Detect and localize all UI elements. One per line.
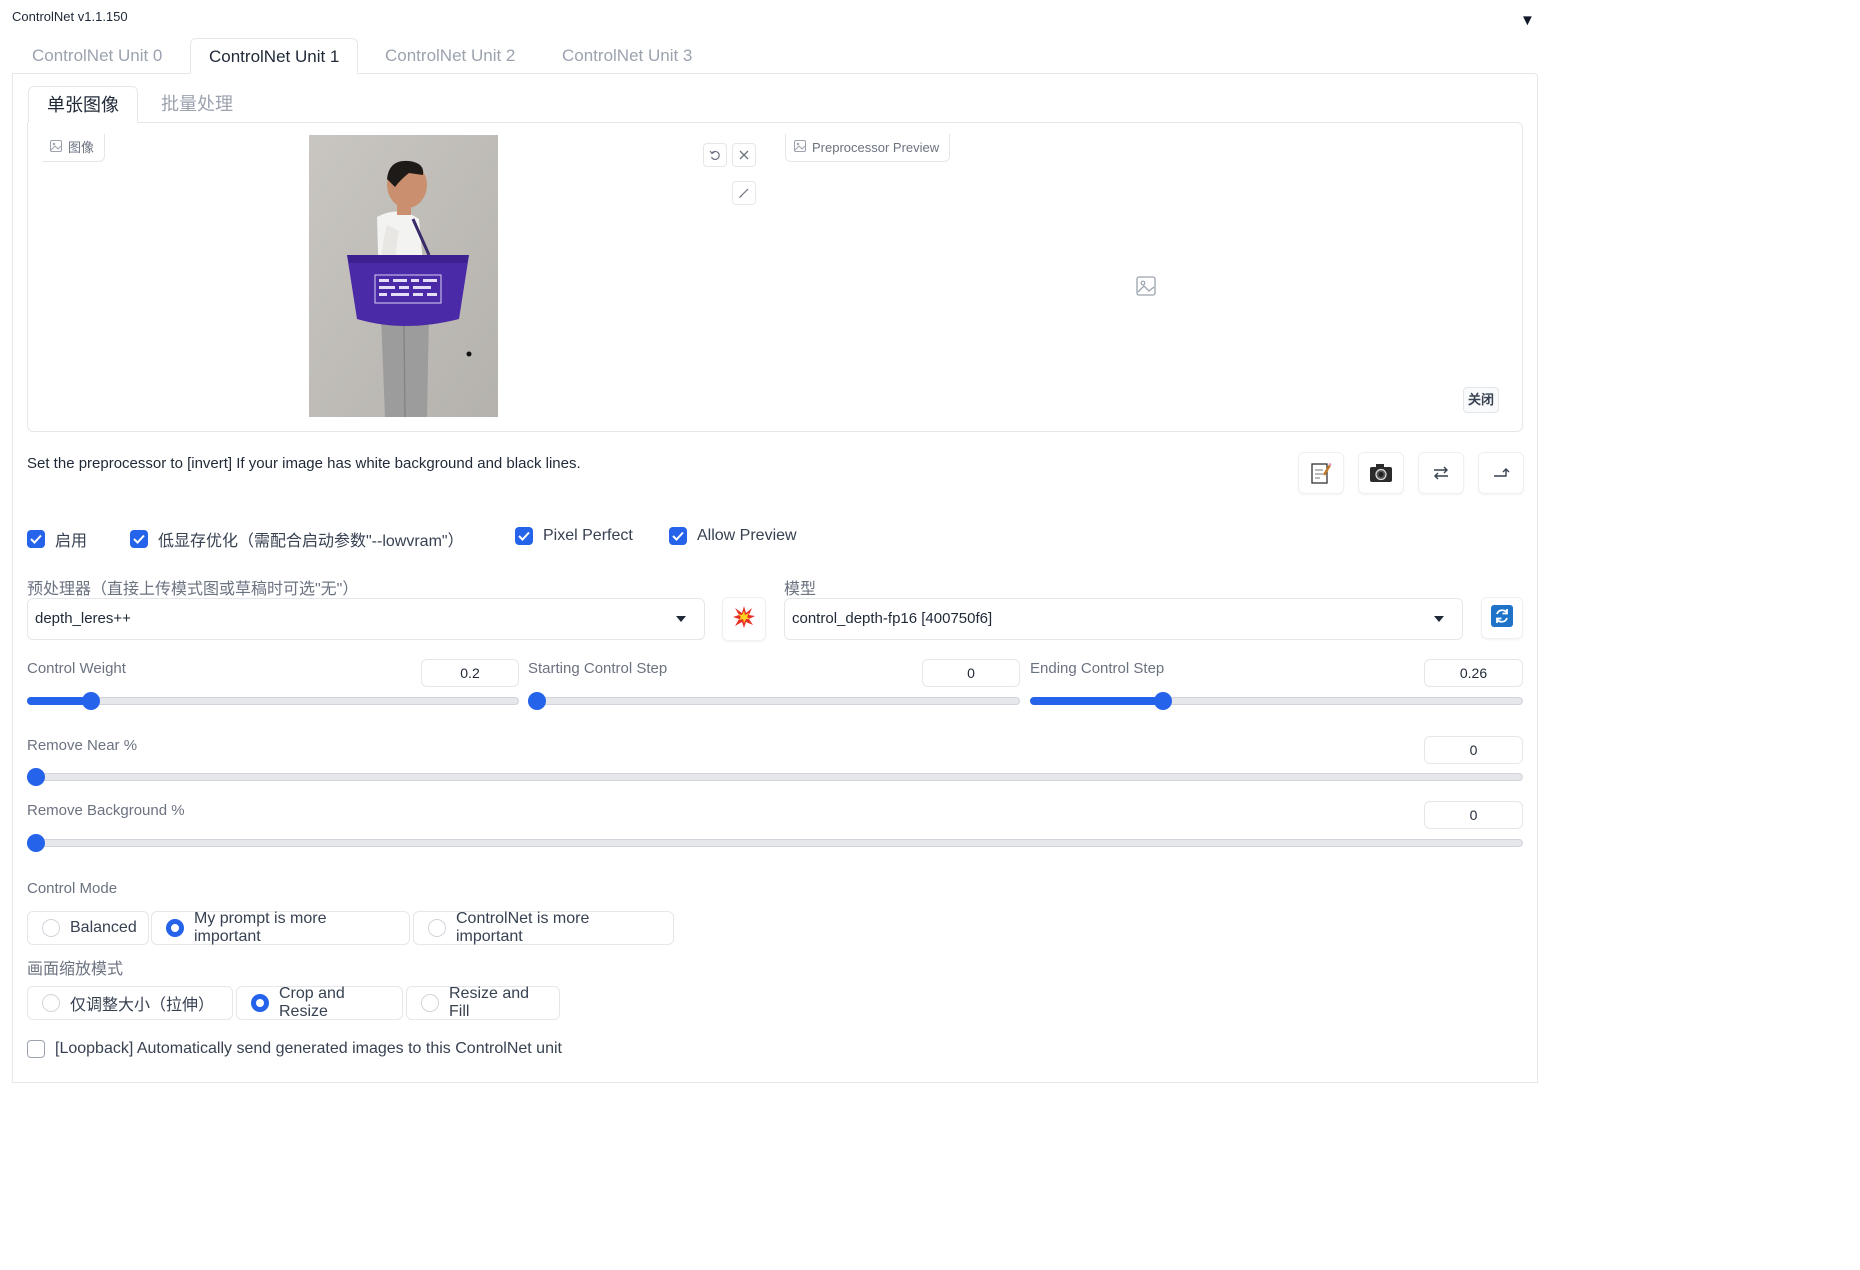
checkbox-check-icon <box>669 527 687 545</box>
image-label: 图像 <box>68 139 95 155</box>
refresh-models-button[interactable] <box>1481 597 1523 639</box>
control-mode-option-controlnet[interactable]: ControlNet is more important <box>413 910 674 945</box>
edit-note-icon[interactable] <box>1298 452 1344 494</box>
slider-thumb[interactable] <box>82 692 100 710</box>
slider-track <box>528 697 1020 705</box>
slider-track <box>27 839 1523 847</box>
radio-label: Resize and Fill <box>449 985 530 1020</box>
radio-indicator <box>428 919 446 937</box>
ending-step-label: Ending Control Step <box>1030 660 1165 677</box>
enable-label: 启用 <box>55 533 88 550</box>
radio-indicator <box>421 994 439 1012</box>
preprocessor-label: 预处理器（直接上传模式图或草稿时可选"无"） <box>27 581 359 598</box>
remove-near-label: Remove Near % <box>27 737 138 754</box>
model-select[interactable]: control_depth-fp16 [400750f6] <box>784 598 1463 640</box>
undo-icon[interactable] <box>703 143 727 167</box>
preprocessor-select[interactable]: depth_leres++ <box>27 598 705 640</box>
checkbox-box <box>27 1040 45 1058</box>
radio-label: My prompt is more important <box>194 910 327 945</box>
resize-mode-label: 画面缩放模式 <box>27 961 124 978</box>
run-preprocessor-button[interactable] <box>722 597 766 641</box>
radio-label: Balanced <box>70 919 137 936</box>
image-panel <box>27 122 1523 432</box>
chevron-down-icon <box>1434 616 1444 622</box>
low-vram-label: 低显存优化（需配合启动参数"--lowvram"） <box>158 533 464 550</box>
tab-single-image[interactable]: 单张图像 <box>28 86 138 123</box>
radio-indicator <box>166 919 184 937</box>
slider-track <box>27 773 1523 781</box>
slider-fill <box>1030 697 1163 705</box>
radio-indicator <box>42 919 60 937</box>
control-mode-option-balanced[interactable]: Balanced <box>27 911 149 945</box>
radio-indicator <box>251 994 269 1012</box>
image-icon <box>50 134 62 162</box>
control-mode-label: Control Mode <box>27 880 118 897</box>
remove-background-slider[interactable] <box>27 833 1523 853</box>
slider-track <box>27 697 519 705</box>
preview-label-chip: Preprocessor Preview <box>785 134 951 162</box>
preprocessor-value: depth_leres++ <box>35 610 131 627</box>
allow-preview-checkbox[interactable]: Allow Preview <box>669 527 797 545</box>
starting-step-label: Starting Control Step <box>528 660 668 677</box>
enable-checkbox[interactable]: 启用 <box>27 527 87 551</box>
pixel-perfect-label: Pixel Perfect <box>543 527 633 544</box>
starting-step-input[interactable]: 0 <box>922 659 1020 687</box>
control-mode-option-prompt[interactable]: My prompt is more important <box>151 910 410 945</box>
refresh-icon <box>1491 604 1513 632</box>
resize-mode-option-just-resize[interactable]: 仅调整大小（拉伸） <box>27 986 233 1020</box>
image-label-chip: 图像 <box>42 134 106 162</box>
ending-step-input[interactable]: 0.26 <box>1424 659 1523 687</box>
low-vram-checkbox[interactable]: 低显存优化（需配合启动参数"--lowvram"） <box>130 527 464 551</box>
checkbox-check-icon <box>515 527 533 545</box>
info-text: Set the preprocessor to [invert] If your… <box>27 455 581 472</box>
remove-near-input[interactable]: 0 <box>1424 736 1523 764</box>
preview-label: Preprocessor Preview <box>812 139 940 155</box>
radio-label: ControlNet is more important <box>456 910 590 945</box>
brush-icon[interactable] <box>732 181 756 205</box>
control-weight-slider[interactable] <box>27 691 519 711</box>
close-preview-button[interactable]: 关闭 <box>1463 387 1499 413</box>
model-value: control_depth-fp16 [400750f6] <box>792 610 993 627</box>
explosion-icon <box>732 605 756 634</box>
control-weight-label: Control Weight <box>27 660 126 677</box>
model-label: 模型 <box>784 581 817 598</box>
camera-icon[interactable] <box>1358 452 1404 494</box>
resize-mode-option-crop[interactable]: Crop and Resize <box>236 985 403 1020</box>
slider-thumb[interactable] <box>27 768 45 786</box>
tab-unit-0[interactable]: ControlNet Unit 0 <box>14 38 180 74</box>
close-icon[interactable] <box>732 143 756 167</box>
chevron-down-icon <box>676 616 686 622</box>
slider-thumb[interactable] <box>528 692 546 710</box>
app-title: ControlNet v1.1.150 <box>12 9 128 24</box>
tab-unit-3[interactable]: ControlNet Unit 3 <box>544 38 710 74</box>
pixel-perfect-checkbox[interactable]: Pixel Perfect <box>515 527 633 545</box>
radio-label: Crop and Resize <box>279 985 345 1020</box>
image-placeholder-icon <box>1136 276 1156 301</box>
tab-unit-2[interactable]: ControlNet Unit 2 <box>367 38 533 74</box>
uploaded-image[interactable] <box>309 135 498 418</box>
tab-batch[interactable]: 批量处理 <box>143 86 251 123</box>
checkbox-check-icon <box>27 530 45 548</box>
allow-preview-label: Allow Preview <box>697 527 797 544</box>
control-weight-input[interactable]: 0.2 <box>421 659 519 687</box>
starting-step-slider[interactable] <box>528 691 1020 711</box>
loopback-checkbox[interactable]: [Loopback] Automatically send generated … <box>27 1040 562 1058</box>
loopback-label: [Loopback] Automatically send generated … <box>55 1040 562 1057</box>
radio-label: 仅调整大小（拉伸） <box>70 997 215 1014</box>
send-dimensions-icon[interactable] <box>1478 452 1524 494</box>
remove-background-label: Remove Background % <box>27 802 185 819</box>
resize-mode-option-fill[interactable]: Resize and Fill <box>406 985 560 1020</box>
ending-step-slider[interactable] <box>1030 691 1523 711</box>
remove-near-slider[interactable] <box>27 767 1523 787</box>
remove-background-input[interactable]: 0 <box>1424 801 1523 829</box>
slider-thumb[interactable] <box>27 834 45 852</box>
slider-thumb[interactable] <box>1154 692 1172 710</box>
collapse-icon[interactable]: ▼ <box>1520 12 1535 29</box>
checkbox-check-icon <box>130 530 148 548</box>
radio-indicator <box>42 994 60 1012</box>
swap-icon[interactable] <box>1418 452 1464 494</box>
tab-unit-1[interactable]: ControlNet Unit 1 <box>190 38 359 74</box>
image-icon <box>794 134 806 162</box>
